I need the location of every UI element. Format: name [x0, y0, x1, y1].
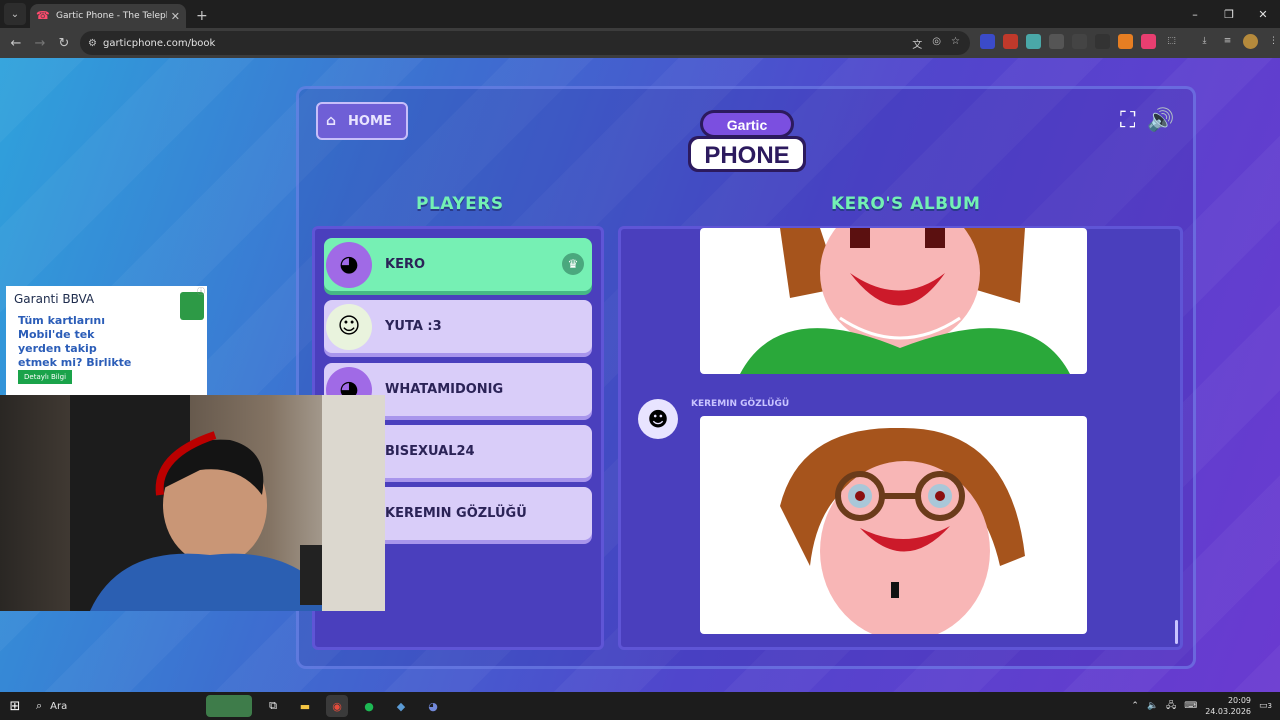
extensions-area: ⬚ ⤓ ≡ ⋮: [980, 34, 1280, 49]
menu-icon[interactable]: ⋮: [1266, 34, 1280, 49]
album-drawing: [700, 228, 1087, 374]
windows-start-icon[interactable]: ⊞: [0, 699, 30, 714]
keyboard-icon[interactable]: ⌨: [1184, 701, 1197, 711]
clock-time: 20:09: [1227, 696, 1252, 705]
gartic-phone-logo: Gartic PHONE: [688, 110, 806, 172]
album-drawing: [700, 416, 1087, 634]
download-icon[interactable]: ⤓: [1197, 34, 1212, 49]
logo-main-text: PHONE: [704, 142, 789, 169]
site-info-icon[interactable]: ⚙: [88, 38, 97, 49]
album-scrollbar[interactable]: [1175, 620, 1178, 644]
system-tray: ⌃ 🔈 🖧 ⌨ 20:09 24.03.2026 ▭ 3: [1131, 692, 1280, 720]
webcam-overlay: [0, 395, 385, 611]
minimize-button[interactable]: –: [1178, 0, 1212, 28]
network-icon[interactable]: 🖧: [1166, 698, 1176, 714]
eye-off-icon[interactable]: ◎: [932, 36, 941, 51]
player-name: BISEXUAL24: [385, 444, 475, 459]
spotify-icon[interactable]: ●: [358, 695, 380, 717]
url-text: garticphone.com/book: [102, 37, 216, 49]
app-icon[interactable]: ◆: [390, 695, 412, 717]
extension-icon[interactable]: [1141, 34, 1156, 49]
avatar: ◕: [326, 241, 372, 288]
file-explorer-icon[interactable]: ▬: [294, 695, 316, 717]
player-item[interactable]: ◕ KERO ♛: [324, 238, 592, 291]
search-label: Ara: [50, 700, 68, 712]
player-name: YUTA :3: [385, 319, 442, 334]
volume-icon[interactable]: 🔈: [1147, 701, 1158, 711]
ad-brand: Garanti BBVA: [14, 292, 95, 306]
translate-icon[interactable]: 文: [912, 36, 922, 51]
browser-tab-active[interactable]: ☎ Gartic Phone - The Telephone G ✕: [30, 4, 186, 28]
sound-icon[interactable]: 🔊: [1147, 108, 1174, 133]
task-view-icon[interactable]: ⧉: [262, 695, 284, 717]
widgets-icon[interactable]: [206, 695, 252, 717]
discord-icon[interactable]: ◕: [422, 695, 444, 717]
player-name: KEREMIN GÖZLÜĞÜ: [385, 506, 527, 521]
player-item[interactable]: ☺ YUTA :3: [324, 300, 592, 353]
close-window-button[interactable]: ✕: [1246, 0, 1280, 28]
author-avatar: ☻: [638, 399, 678, 439]
extension-icon[interactable]: [1095, 34, 1110, 49]
home-button[interactable]: ⌂ HOME: [316, 102, 408, 140]
back-icon[interactable]: ←: [4, 36, 28, 51]
extension-icon[interactable]: [980, 34, 995, 49]
extension-icon[interactable]: [1026, 34, 1041, 49]
webcam-image: [70, 395, 385, 611]
profile-avatar[interactable]: [1243, 34, 1258, 49]
chrome-icon[interactable]: ◉: [326, 695, 348, 717]
puzzle-icon[interactable]: ⬚: [1164, 34, 1179, 49]
notification-count: 3: [1267, 702, 1272, 710]
taskbar-search[interactable]: ⌕ Ara: [36, 699, 156, 713]
ublock-icon[interactable]: [1003, 34, 1018, 49]
extension-icon[interactable]: [1072, 34, 1087, 49]
extension-icon[interactable]: [1049, 34, 1064, 49]
ad-cta-button[interactable]: Detaylı Bilgi: [18, 370, 73, 384]
player-name: WHATAMIDONIG: [385, 382, 504, 397]
windows-taskbar: ⊞ ⌕ Ara ⧉ ▬ ◉ ● ◆ ◕ ⌃ 🔈 🖧 ⌨ 20:09 24.03.…: [0, 692, 1280, 720]
clock-date: 24.03.2026: [1205, 707, 1252, 716]
tab-list-button[interactable]: ⌄: [4, 3, 26, 25]
address-bar[interactable]: ⚙ garticphone.com/book 文 ◎ ☆: [80, 31, 970, 55]
media-icon[interactable]: ≡: [1220, 34, 1235, 49]
tab-close-icon[interactable]: ✕: [171, 10, 180, 23]
home-label: HOME: [348, 113, 392, 129]
drawing-author-name: KEREMIN GÖZLÜĞÜ: [691, 399, 790, 409]
crown-icon: ♛: [562, 253, 584, 275]
fullscreen-icon[interactable]: ⛶: [1120, 108, 1135, 133]
album-heading: KERO'S ALBUM: [831, 194, 981, 214]
browser-tab-bar: ⌄ ☎ Gartic Phone - The Telephone G ✕ + –…: [0, 0, 1280, 28]
search-icon: ⌕: [36, 699, 43, 712]
drawing-face-image: [740, 228, 1070, 374]
reload-icon[interactable]: ↻: [52, 36, 76, 51]
tab-title: Gartic Phone - The Telephone G: [56, 11, 167, 21]
players-heading: PLAYERS: [416, 194, 504, 214]
browser-toolbar: ← → ↻ ⚙ garticphone.com/book 文 ◎ ☆ ⬚ ⤓ ≡…: [0, 28, 1280, 58]
forward-icon[interactable]: →: [28, 36, 52, 51]
drawing-face-image: [780, 427, 1025, 634]
avatar: ☺: [326, 303, 372, 350]
new-tab-button[interactable]: +: [196, 8, 208, 24]
logo-top-text: Gartic: [727, 117, 768, 133]
restore-button[interactable]: ❐: [1212, 0, 1246, 28]
extension-icon[interactable]: [1118, 34, 1133, 49]
gartic-favicon-icon: ☎: [36, 9, 50, 22]
chevron-up-icon[interactable]: ⌃: [1131, 701, 1139, 711]
clock[interactable]: 20:09 24.03.2026: [1205, 695, 1251, 717]
home-icon: ⌂: [326, 113, 337, 129]
player-name: KERO: [385, 257, 426, 272]
advertisement[interactable]: Garanti BBVA ⓘ Tüm kartlarını Mobil'de t…: [6, 286, 207, 398]
bookmark-star-icon[interactable]: ☆: [951, 36, 960, 51]
game-page: ⌂ HOME Gartic PHONE ⛶ 🔊 PLAYERS KERO'S A…: [0, 58, 1280, 692]
notification-icon[interactable]: ▭: [1259, 701, 1268, 711]
ad-info-icon[interactable]: ⓘ: [197, 286, 205, 297]
